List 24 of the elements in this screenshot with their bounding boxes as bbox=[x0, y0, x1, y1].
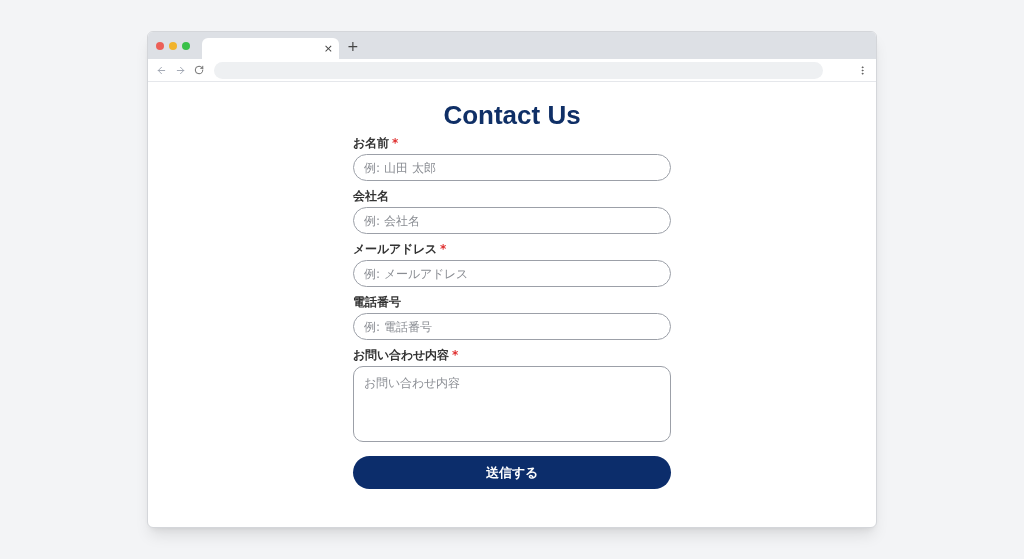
field-label: 電話番号 bbox=[353, 294, 401, 310]
field-label: メールアドレス bbox=[353, 241, 437, 257]
maximize-window-icon[interactable] bbox=[182, 41, 190, 50]
input-field[interactable]: 例: 会社名 bbox=[353, 207, 671, 234]
forward-icon[interactable] bbox=[175, 64, 186, 76]
input-field[interactable]: 例: 山田 太郎 bbox=[353, 154, 671, 181]
browser-tab[interactable]: × bbox=[202, 38, 339, 59]
close-window-icon[interactable] bbox=[156, 41, 164, 50]
reload-icon[interactable] bbox=[194, 65, 204, 75]
submit-button[interactable]: 送信する bbox=[353, 456, 671, 489]
tab-close-button[interactable]: × bbox=[323, 43, 333, 54]
required-mark: * bbox=[392, 135, 399, 151]
minimize-window-icon[interactable] bbox=[169, 41, 177, 50]
field-label: お問い合わせ内容 bbox=[353, 347, 449, 363]
back-icon[interactable] bbox=[156, 64, 167, 76]
field-label: お名前 bbox=[353, 135, 389, 151]
message-field[interactable]: お問い合わせ内容 bbox=[353, 366, 671, 442]
new-tab-button[interactable]: + bbox=[347, 38, 359, 53]
input-field[interactable]: 例: 電話番号 bbox=[353, 313, 671, 340]
field-label: 会社名 bbox=[353, 188, 389, 204]
required-mark: * bbox=[452, 347, 459, 363]
input-field[interactable]: 例: メールアドレス bbox=[353, 260, 671, 287]
required-mark: * bbox=[440, 241, 447, 257]
page-title: Contact Us bbox=[443, 99, 581, 131]
